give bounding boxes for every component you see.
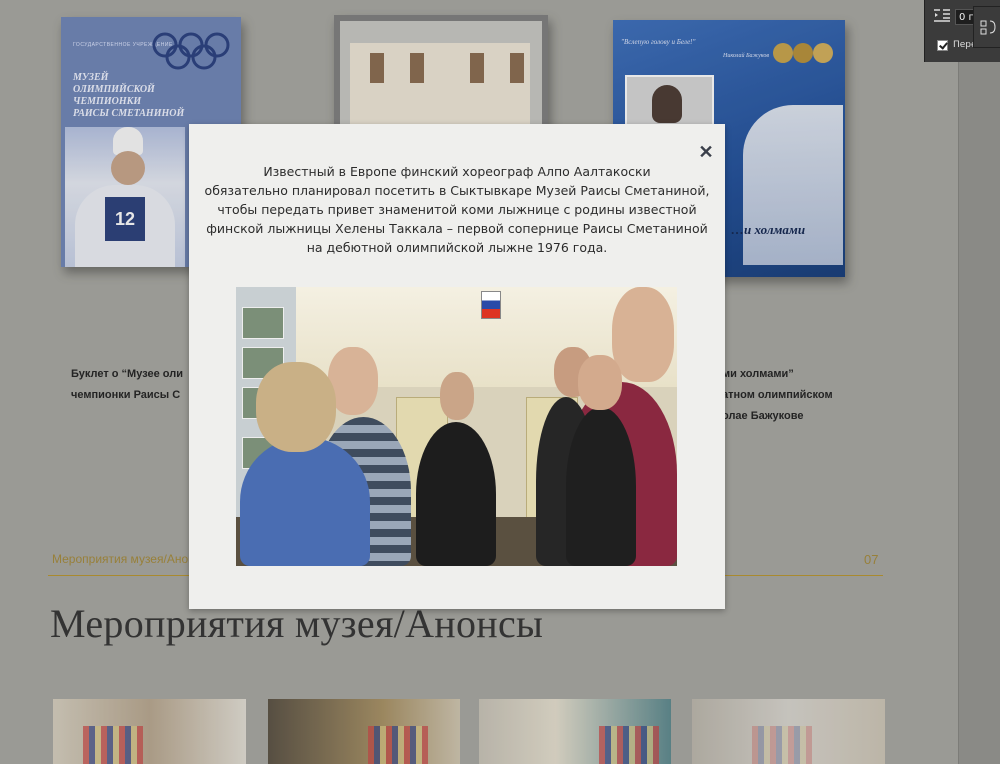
hyphenation-checkbox[interactable] <box>937 40 948 51</box>
flag-icon <box>481 291 501 319</box>
page-background: ГОСУДАРСТВЕННОЕ УЧРЕЖДЕНИЕ Музей олимпий… <box>0 0 958 764</box>
panel-icon <box>980 20 996 35</box>
panel-toggle-button[interactable] <box>973 6 1000 48</box>
event-photo <box>236 287 677 566</box>
modal-description: Известный в Европе финский хореограф Алп… <box>204 164 710 255</box>
close-icon[interactable]: ✕ <box>698 143 714 161</box>
event-modal: ✕ Известный в Европе финский хореограф А… <box>189 124 725 609</box>
indent-icon <box>934 9 950 22</box>
scrollbar-area[interactable] <box>958 0 1000 764</box>
